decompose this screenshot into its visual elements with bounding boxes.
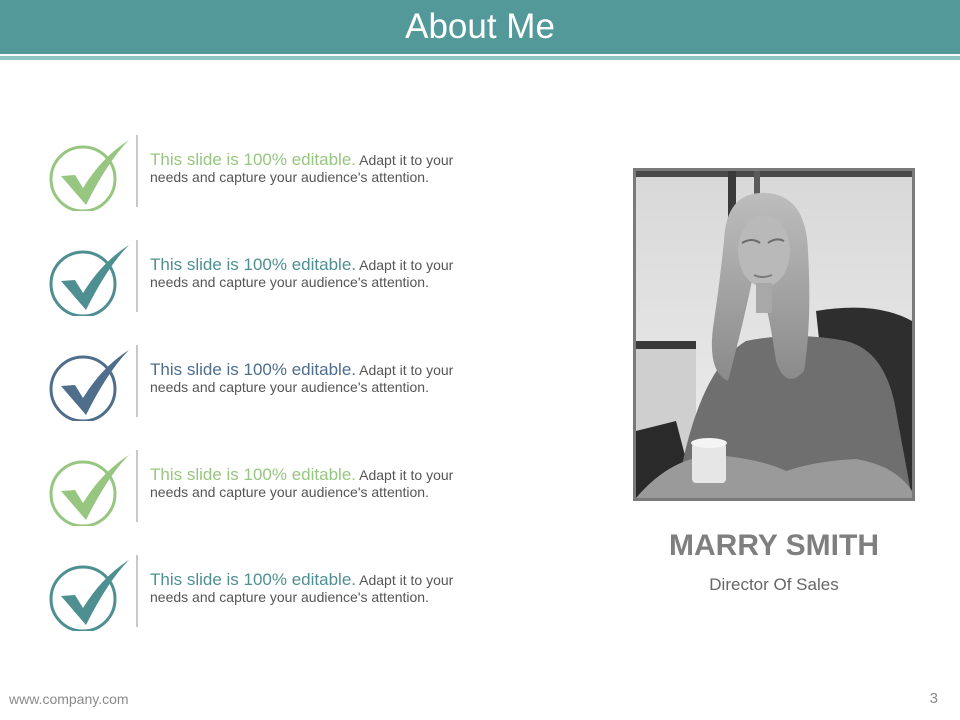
checkmark-icon [49, 455, 129, 526]
item-heading: This slide is 100% editable. [150, 150, 357, 169]
item-text: This slide is 100% editable. Adapt it to… [150, 151, 470, 186]
item-text: This slide is 100% editable. Adapt it to… [150, 466, 470, 501]
item-divider [136, 135, 138, 207]
item-text: This slide is 100% editable. Adapt it to… [150, 256, 470, 291]
item-heading: This slide is 100% editable. [150, 360, 357, 379]
item-text: This slide is 100% editable. Adapt it to… [150, 361, 470, 396]
checklist-item: This slide is 100% editable. Adapt it to… [48, 448, 468, 526]
item-heading: This slide is 100% editable. [150, 570, 357, 589]
checklist-item: This slide is 100% editable. Adapt it to… [48, 238, 468, 316]
checkmark-icon [49, 560, 129, 631]
item-divider [136, 450, 138, 522]
item-text: This slide is 100% editable. Adapt it to… [150, 571, 470, 606]
profile-photo-image [636, 171, 912, 498]
page-number: 3 [929, 690, 938, 707]
item-divider [136, 345, 138, 417]
profile-photo [633, 168, 915, 501]
checklist-item: This slide is 100% editable. Adapt it to… [48, 343, 468, 421]
checkmark-icon [49, 350, 129, 421]
person-role: Director Of Sales [709, 575, 839, 594]
title-rule [0, 56, 960, 60]
item-divider [136, 555, 138, 627]
checkmark-icon [49, 140, 129, 211]
checklist-item: This slide is 100% editable. Adapt it to… [48, 133, 468, 211]
person-name: MARRY SMITH [669, 529, 879, 562]
footer-url: www.company.com [9, 691, 129, 707]
item-heading: This slide is 100% editable. [150, 255, 357, 274]
item-divider [136, 240, 138, 312]
slide-title: About Me [405, 7, 555, 46]
checklist-item: This slide is 100% editable. Adapt it to… [48, 553, 468, 631]
checkmark-icon [49, 245, 129, 316]
item-heading: This slide is 100% editable. [150, 465, 357, 484]
